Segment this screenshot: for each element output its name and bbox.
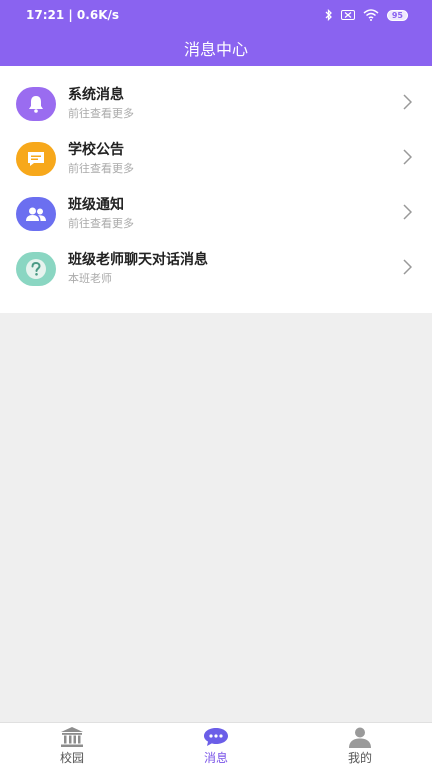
tab-campus[interactable]: 校园: [0, 723, 144, 768]
bell-icon: [16, 86, 56, 121]
question-icon: [16, 251, 56, 286]
profile-icon: [349, 727, 371, 748]
list-item-class-notice[interactable]: 班级通知 前往查看更多: [0, 186, 432, 241]
item-title: 班级通知: [68, 196, 124, 213]
page-header: 消息中心: [0, 30, 432, 66]
item-title: 学校公告: [68, 141, 124, 158]
list-item-school-announcement[interactable]: 学校公告 前往查看更多: [0, 131, 432, 186]
chevron-right-icon: [402, 93, 413, 114]
status-time-speed: 17:21 | 0.6K/s: [26, 8, 120, 22]
item-subtitle: 前往查看更多: [68, 106, 134, 120]
tab-label: 我的: [347, 750, 372, 765]
chevron-right-icon: [402, 148, 413, 169]
chevron-right-icon: [402, 203, 413, 224]
wifi-icon: [363, 9, 379, 21]
message-icon: [204, 727, 228, 746]
tab-label: 校园: [59, 750, 84, 765]
item-subtitle: 本班老师: [68, 271, 112, 285]
announcement-icon: [16, 141, 56, 176]
list-item-system-message[interactable]: 系统消息 前往查看更多: [0, 76, 432, 131]
chevron-right-icon: [402, 258, 413, 279]
list-item-teacher-chat[interactable]: 班级老师聊天对话消息 本班老师: [0, 241, 432, 296]
tab-messages[interactable]: 消息: [144, 723, 288, 768]
item-subtitle: 前往查看更多: [68, 161, 134, 175]
item-subtitle: 前往查看更多: [68, 216, 134, 230]
item-title: 班级老师聊天对话消息: [68, 251, 208, 268]
campus-icon: [61, 726, 83, 747]
page-title: 消息中心: [183, 40, 248, 59]
battery-indicator: 95: [386, 9, 408, 21]
users-icon: [16, 196, 56, 231]
bottom-tab-bar: 校园 消息 我的: [0, 722, 432, 768]
status-bar: 17:21 | 0.6K/s 95: [0, 0, 432, 30]
bluetooth-icon: [325, 9, 333, 21]
tab-profile[interactable]: 我的: [288, 723, 432, 768]
tab-label: 消息: [203, 750, 228, 765]
sim-icon: [340, 10, 355, 20]
item-title: 系统消息: [68, 86, 124, 103]
status-icons: 95: [325, 9, 408, 21]
message-list: 系统消息 前往查看更多 学校公告 前往查看更多 班级通知 前往查看更多 班级老师…: [0, 66, 432, 313]
